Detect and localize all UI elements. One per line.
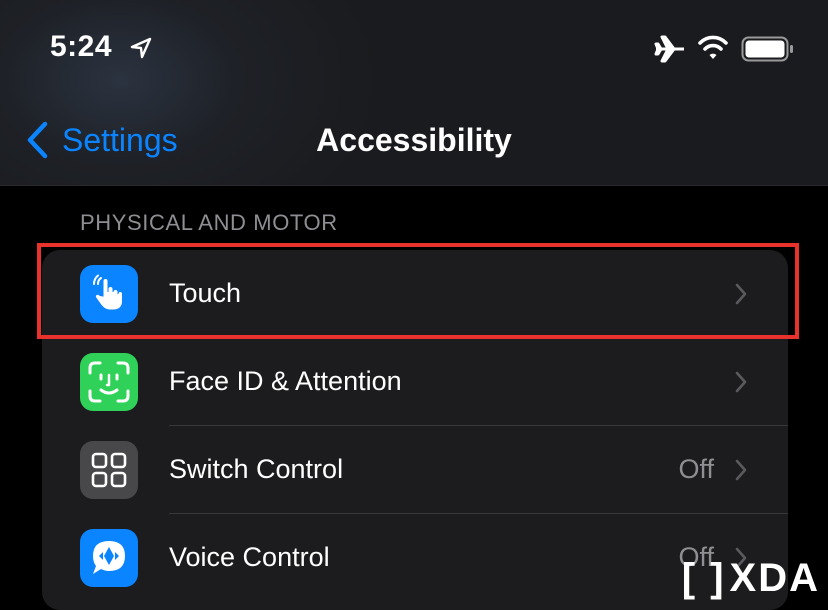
row-touch[interactable]: Touch: [42, 250, 788, 338]
chevron-right-icon: [735, 283, 747, 305]
row-label: Touch: [169, 278, 242, 308]
row-value: Off: [678, 454, 714, 484]
battery-icon: [741, 36, 793, 62]
status-bar: 5:24: [0, 30, 828, 70]
settings-group: Touch Face ID & Attention Switch Control…: [42, 250, 788, 610]
row-voice-control[interactable]: Voice Control Off: [42, 514, 788, 602]
section-header: PHYSICAL AND MOTOR: [80, 210, 338, 235]
row-label: Voice Control: [169, 542, 330, 572]
chevron-right-icon: [735, 459, 747, 481]
page-title: Accessibility: [316, 122, 512, 158]
row-switch-control[interactable]: Switch Control Off: [42, 426, 788, 514]
switch-control-icon: [80, 441, 138, 499]
xda-watermark: [ ] XDA: [682, 556, 820, 601]
row-label: Face ID & Attention: [169, 366, 402, 396]
watermark-bracket-icon: [ ]: [681, 556, 726, 600]
chevron-right-icon: [735, 371, 747, 393]
status-time: 5:24: [50, 30, 113, 63]
voice-control-icon: [80, 529, 138, 587]
navigation-header: 5:24 Settings Accessibility: [0, 0, 828, 186]
airplane-mode-icon: [654, 35, 684, 63]
face-id-icon: [80, 353, 138, 411]
row-label: Switch Control: [169, 454, 344, 484]
row-face-id[interactable]: Face ID & Attention: [42, 338, 788, 426]
watermark-text: XDA: [729, 556, 820, 600]
location-arrow-icon: [130, 37, 152, 59]
touch-hand-icon: [80, 265, 138, 323]
nav-bar: Settings Accessibility: [0, 110, 828, 170]
wifi-icon: [698, 35, 728, 59]
